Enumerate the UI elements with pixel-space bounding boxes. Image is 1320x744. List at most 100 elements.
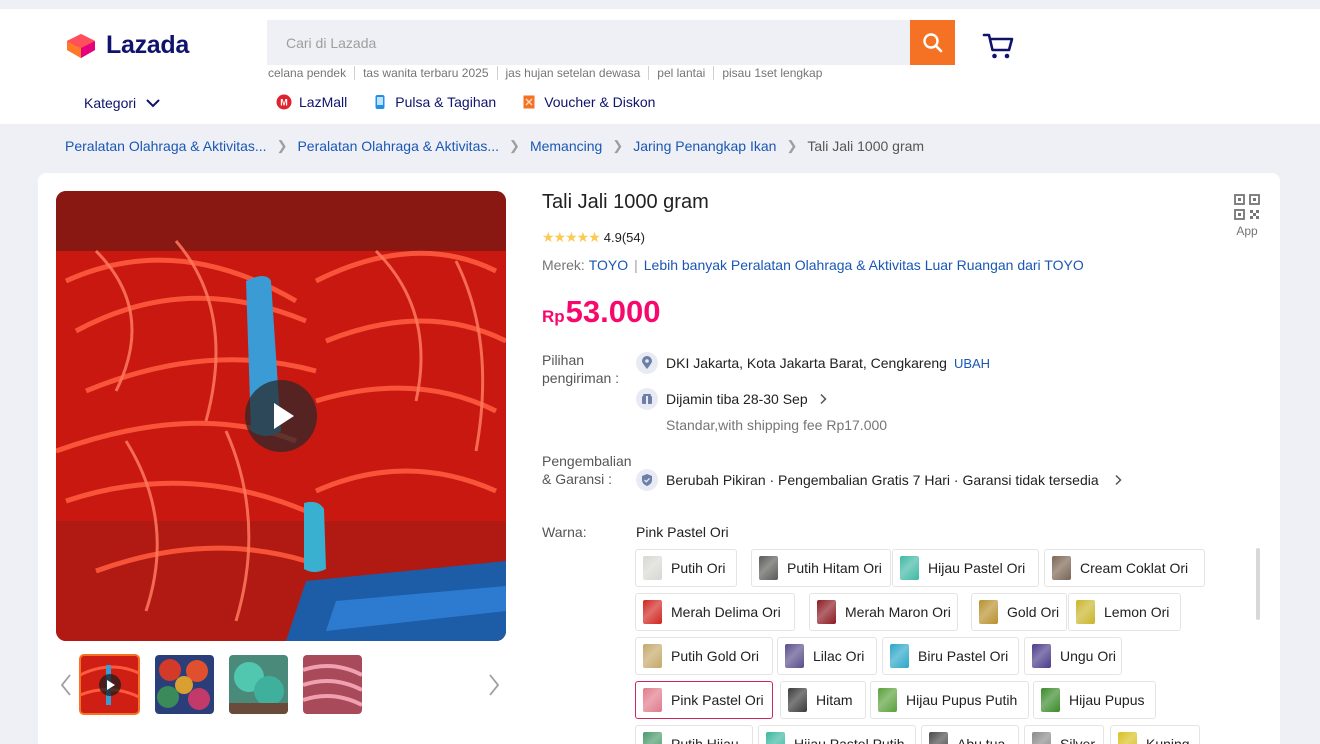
suggestion-link[interactable]: jas hujan setelan dewasa [506,66,650,80]
breadcrumb-current: Tali Jali 1000 gram [807,138,925,154]
thumbnail-video[interactable] [79,654,140,715]
variant-label: Warna: [542,524,587,540]
variant-option-label: Hijau Pupus [1069,692,1145,708]
delivery-eta[interactable]: Dijamin tiba 28-30 Sep [636,388,828,410]
quick-links: M LazMall Pulsa & Tagihan Voucher & Disk… [276,94,680,110]
variant-option-label: Putih Hijau [671,736,739,744]
variant-option[interactable]: Gold Ori [971,593,1067,631]
returns-info[interactable]: Berubah Pikiran · Pengembalian Gratis 7 … [636,469,1123,491]
voucher-link[interactable]: Voucher & Diskon [521,94,655,110]
suggestion-link[interactable]: pisau 1set lengkap [722,66,830,80]
breadcrumb-link[interactable]: Jaring Penangkap Ikan [633,138,776,154]
search-bar [267,20,955,65]
variant-option-label: Hijau Pastel Putih [794,736,905,744]
eta-text: Dijamin tiba 28-30 Sep [666,391,808,407]
app-qr-button[interactable]: App [1233,193,1261,238]
suggestion-link[interactable]: pel lantai [657,66,715,80]
variant-option-label: Putih Hitam Ori [787,560,882,576]
variant-option[interactable]: Hitam [780,681,866,719]
variant-option[interactable]: Putih Hitam Ori [751,549,891,587]
variant-option[interactable]: Merah Maron Ori [809,593,958,631]
rating-count: (54) [621,230,645,245]
thumbnail-prev-button[interactable] [58,672,74,698]
variant-option[interactable]: Pink Pastel Ori [635,681,773,719]
shipping-fee: Standar,with shipping fee Rp17.000 [666,417,888,433]
variant-option[interactable]: Putih Gold Ori [635,637,773,675]
site-header: Lazada celana pendek tas wanita terbaru … [0,0,1320,124]
thumbnail-image-3[interactable] [229,655,288,714]
voucher-icon [523,95,535,109]
breadcrumb-link[interactable]: Peralatan Olahraga & Aktivitas... [297,138,499,154]
pulsa-link[interactable]: Pulsa & Tagihan [372,94,496,110]
variant-option[interactable]: Lilac Ori [777,637,877,675]
logo-text: Lazada [106,30,189,59]
breadcrumb: Peralatan Olahraga & Aktivitas... ❯ Pera… [65,138,924,154]
divider: | [634,257,638,273]
variant-option[interactable]: Ungu Ori [1024,637,1122,675]
suggestion-link[interactable]: tas wanita terbaru 2025 [363,66,498,80]
thumbnail-next-button[interactable] [486,672,502,698]
suggestion-link[interactable]: celana pendek [268,66,356,80]
chevron-down-icon [146,99,160,107]
pulsa-label: Pulsa & Tagihan [395,94,497,110]
search-button[interactable] [910,20,955,65]
lazada-logo[interactable]: Lazada [64,30,189,60]
variant-option[interactable]: Abu tua [921,725,1019,744]
variant-option[interactable]: Lemon Ori [1068,593,1181,631]
thumbnail-image-2[interactable] [155,655,214,714]
thumbnail-image [155,655,214,714]
variant-swatch [788,688,807,712]
thumbnail-image [303,655,362,714]
cart-button[interactable] [982,30,1016,62]
search-icon [922,32,942,52]
thumbnail-image-4[interactable] [303,655,362,714]
delivery-box-icon [636,388,658,410]
variant-option[interactable]: Putih Ori [635,549,737,587]
variant-option-label: Hijau Pastel Ori [928,560,1026,576]
variant-option[interactable]: Silver [1024,725,1104,744]
returns-text: Berubah Pikiran · Pengembalian Gratis 7 … [666,472,1099,488]
variant-swatch [643,732,662,744]
variant-scrollbar[interactable] [1256,548,1260,620]
variant-swatch [1041,688,1060,712]
variant-swatch [929,732,948,744]
play-video-button[interactable] [245,380,317,452]
thumbnail-image [229,655,288,714]
kategori-menu[interactable]: Kategori [84,95,160,111]
brand-link[interactable]: TOYO [589,257,628,273]
price-currency: Rp [542,307,565,326]
variant-option[interactable]: Hijau Pupus [1033,681,1156,719]
kategori-label: Kategori [84,95,137,111]
variant-option[interactable]: Kuning [1110,725,1200,744]
brand-line: Merek: TOYO | Lebih banyak Peralatan Olahr… [542,257,1084,273]
variant-option[interactable]: Hijau Pastel Ori [892,549,1039,587]
lazmall-link[interactable]: M LazMall [276,94,347,110]
variant-swatch [1118,732,1137,744]
delivery-label: Pilihan pengiriman : [542,352,620,386]
breadcrumb-link[interactable]: Peralatan Olahraga & Aktivitas... [65,138,267,154]
lazmall-label: LazMall [299,94,348,110]
app-label: App [1236,224,1258,238]
breadcrumb-link[interactable]: Memancing [530,138,602,154]
variant-option[interactable]: Hijau Pupus Putih [870,681,1029,719]
variant-swatch [1076,600,1095,624]
change-location-button[interactable]: UBAH [954,356,990,371]
variant-option[interactable]: Hijau Pastel Putih [758,725,916,744]
variant-option[interactable]: Biru Pastel Ori [882,637,1019,675]
variant-option-label: Cream Coklat Ori [1080,560,1189,576]
variant-selected: Pink Pastel Ori [636,524,729,540]
variant-swatch [890,644,909,668]
variant-swatch [979,600,998,624]
variant-option[interactable]: Cream Coklat Ori [1044,549,1205,587]
product-rating[interactable]: ★★★★★ 4.9 (54) [542,229,645,246]
variant-option[interactable]: Merah Delima Ori [635,593,795,631]
variant-option-label: Merah Maron Ori [845,604,951,620]
qr-code-icon [1234,194,1260,220]
rating-stars-icon: ★★★★★ [542,229,601,245]
variant-swatch [878,688,897,712]
chevron-right-icon: ❯ [612,138,624,153]
variant-option[interactable]: Putih Hijau [635,725,753,744]
search-input[interactable] [267,20,910,65]
brand-more-link[interactable]: Lebih banyak Peralatan Olahraga & Aktivi… [644,257,1084,273]
product-title: Tali Jali 1000 gram [542,191,709,213]
